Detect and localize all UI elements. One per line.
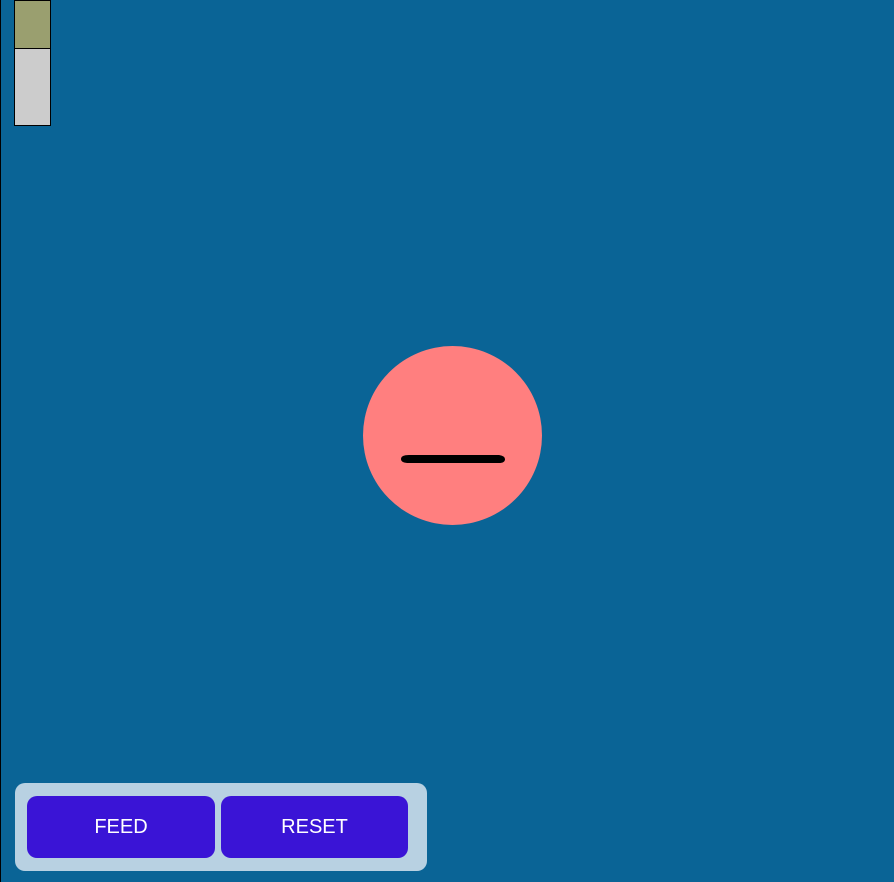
game-stage: FEED RESET bbox=[0, 0, 894, 882]
feed-button[interactable]: FEED bbox=[27, 796, 215, 858]
reset-button[interactable]: RESET bbox=[221, 796, 408, 858]
controls-panel: FEED RESET bbox=[15, 783, 427, 871]
creature-mouth bbox=[401, 455, 505, 463]
creature-face bbox=[401, 455, 505, 463]
pet-creature[interactable] bbox=[363, 346, 542, 525]
hunger-meter bbox=[14, 0, 51, 126]
hunger-meter-fill bbox=[15, 1, 50, 49]
